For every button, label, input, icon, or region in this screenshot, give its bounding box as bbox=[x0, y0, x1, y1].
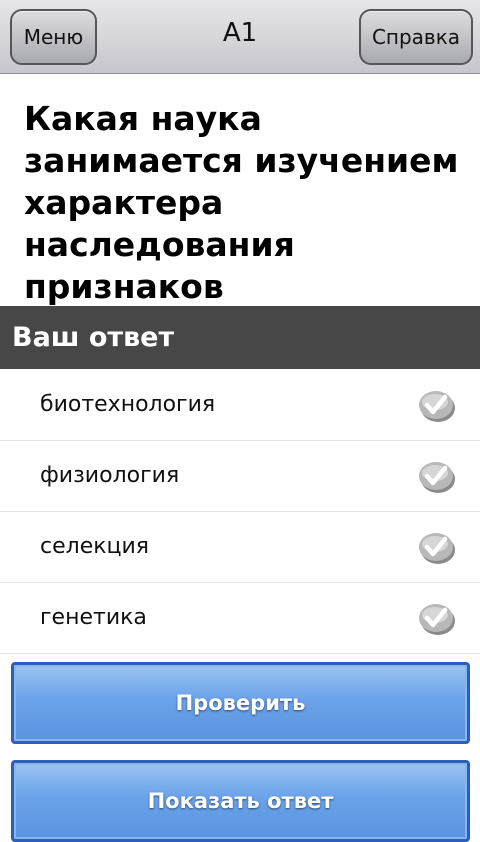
answer-option-label: генетика bbox=[40, 605, 147, 630]
top-bar: Меню А1 Справка bbox=[0, 0, 480, 74]
page-title: А1 bbox=[222, 18, 258, 48]
checkmark-icon[interactable] bbox=[416, 601, 456, 637]
answer-option-4[interactable]: генетика bbox=[0, 583, 480, 654]
checkmark-icon[interactable] bbox=[416, 459, 456, 495]
answer-section-header: Ваш ответ bbox=[0, 306, 480, 369]
answer-option-1[interactable]: биотехнология bbox=[0, 370, 480, 441]
menu-button[interactable]: Меню bbox=[10, 9, 97, 65]
checkmark-icon[interactable] bbox=[416, 388, 456, 424]
answer-options-list: биотехнология физиология селекция генети… bbox=[0, 370, 480, 654]
checkmark-icon[interactable] bbox=[416, 530, 456, 566]
check-button-label: Проверить bbox=[175, 691, 306, 715]
answer-option-3[interactable]: селекция bbox=[0, 512, 480, 583]
check-button[interactable]: Проверить bbox=[11, 662, 470, 744]
answer-option-2[interactable]: физиология bbox=[0, 441, 480, 512]
show-answer-button[interactable]: Показать ответ bbox=[11, 760, 470, 842]
show-answer-button-label: Показать ответ bbox=[147, 789, 334, 813]
help-button-label: Справка bbox=[371, 25, 461, 49]
answer-option-label: селекция bbox=[40, 534, 150, 559]
menu-button-label: Меню bbox=[23, 25, 84, 49]
answer-option-label: биотехнология bbox=[40, 392, 216, 417]
answer-option-label: физиология bbox=[40, 463, 180, 488]
help-button[interactable]: Справка bbox=[359, 9, 473, 65]
